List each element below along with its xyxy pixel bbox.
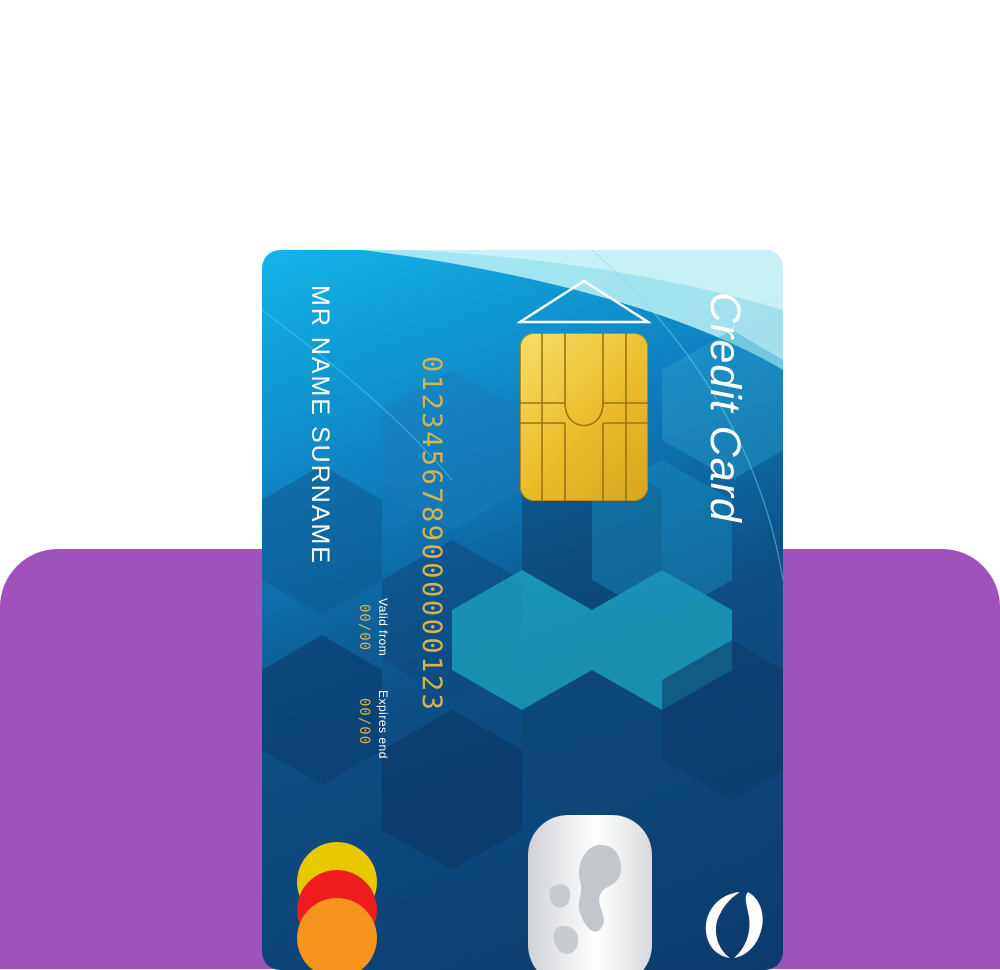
crescent-icon: [705, 892, 763, 958]
chip-icon: [520, 333, 648, 501]
card-number: 0123456789000000123: [416, 356, 447, 713]
expires-end-date: 00/00: [356, 698, 372, 746]
credit-card: MR NAME SURNAME Credit Card 012345678900…: [262, 250, 783, 970]
card-network-logo: [297, 842, 377, 970]
expires-end-label: Expires end: [376, 690, 390, 759]
valid-from-date: 00/00: [356, 604, 372, 652]
card-brand-label: Credit Card: [701, 292, 749, 523]
card-holder-name: MR NAME SURNAME: [306, 285, 334, 566]
arrow-icon: [517, 279, 651, 324]
globe-hologram-icon: [528, 815, 652, 970]
valid-from-label: Valid from: [376, 598, 390, 657]
